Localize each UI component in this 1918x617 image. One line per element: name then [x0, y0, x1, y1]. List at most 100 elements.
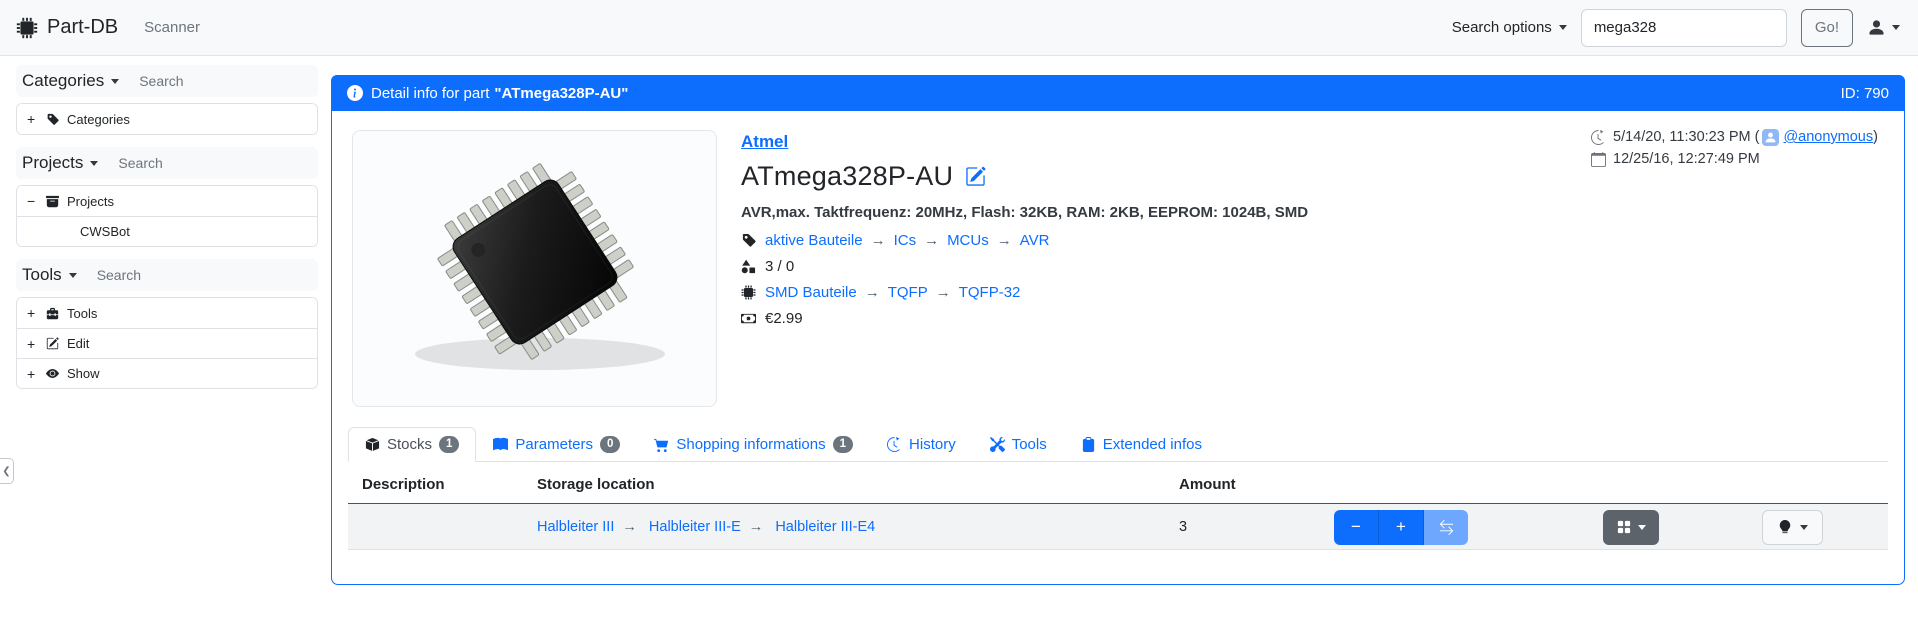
- tab-parameters[interactable]: Parameters 0: [476, 427, 637, 463]
- decrease-stock-button[interactable]: −: [1334, 510, 1379, 545]
- brand-home-link[interactable]: Part-DB: [16, 16, 118, 39]
- categories-search-input[interactable]: [139, 73, 314, 89]
- go-button[interactable]: Go!: [1801, 9, 1853, 47]
- arrow-right-separator: [928, 284, 959, 301]
- brand-label: Part-DB: [47, 16, 118, 39]
- panel-title-label: Projects: [22, 153, 83, 173]
- footprint-link[interactable]: SMD Bauteile: [765, 284, 857, 301]
- arrow-right-separator: [614, 519, 645, 535]
- increase-stock-button[interactable]: +: [1379, 510, 1424, 545]
- tab-label: Parameters: [515, 436, 593, 453]
- tab-label: Shopping informations: [676, 436, 825, 453]
- tab-label: History: [909, 436, 956, 453]
- tab-badge: 0: [600, 436, 620, 454]
- tree-item-edit[interactable]: + Edit: [17, 328, 317, 358]
- footprint-link[interactable]: TQFP: [888, 284, 928, 301]
- edit-part-icon[interactable]: [965, 166, 986, 187]
- tab-label: Stocks: [387, 436, 432, 453]
- expand-icon[interactable]: +: [27, 366, 38, 382]
- modified-by-user-link[interactable]: @anonymous: [1783, 129, 1873, 145]
- manufacturer-link[interactable]: Atmel: [741, 132, 788, 152]
- arrow-right-separator: [741, 519, 772, 535]
- part-tabs: Stocks 1 Parameters 0 Shopping informati…: [348, 422, 1888, 462]
- calendar-icon: [1591, 152, 1606, 167]
- expand-icon[interactable]: +: [27, 336, 38, 352]
- chip-photo: [370, 144, 700, 394]
- chevron-down-icon: [1892, 25, 1900, 30]
- tab-tools[interactable]: Tools: [973, 427, 1064, 462]
- sidebar-panel-header-categories: Categories: [16, 65, 318, 97]
- lightbulb-icon: [1778, 520, 1792, 534]
- category-link[interactable]: ICs: [894, 232, 917, 249]
- footprint-breadcrumb: SMD Bauteile TQFP TQFP-32: [741, 284, 1308, 301]
- move-stock-button[interactable]: [1424, 510, 1468, 545]
- stocks-table-header: Description Storage location Amount: [348, 465, 1888, 504]
- stock-row: Halbleiter III Halbleiter III-E Halbleit…: [348, 504, 1888, 550]
- tree-item-cwsbot[interactable]: CWSBot: [17, 216, 317, 246]
- arrow-right-separator: [857, 284, 888, 301]
- tree-item-label: CWSBot: [80, 224, 130, 239]
- search-input[interactable]: [1581, 9, 1787, 47]
- chevron-down-icon: [90, 161, 98, 166]
- projects-search-input[interactable]: [118, 155, 314, 171]
- person-icon: [1764, 131, 1777, 144]
- sidebar: Categories + Categories Projects − Pr: [16, 65, 318, 401]
- search-options-dropdown[interactable]: Search options: [1452, 19, 1567, 36]
- user-avatar: [1762, 129, 1779, 146]
- header-prefix: Detail info for part: [371, 85, 489, 102]
- label-dropdown-button[interactable]: [1762, 510, 1823, 545]
- price-row: €2.99: [741, 310, 1308, 327]
- category-link[interactable]: AVR: [1020, 232, 1050, 249]
- tab-label: Tools: [1012, 436, 1047, 453]
- shapes-icon: [741, 259, 756, 274]
- tab-shopping-informations[interactable]: Shopping informations 1: [637, 427, 870, 463]
- tools-search-input[interactable]: [97, 267, 314, 283]
- tools-panel-dropdown[interactable]: Tools: [22, 265, 77, 285]
- storage-location-link[interactable]: Halbleiter III-E4: [775, 519, 875, 535]
- tree-item-show[interactable]: + Show: [17, 358, 317, 388]
- eye-icon: [46, 367, 59, 380]
- tag-icon: [46, 113, 59, 126]
- part-detail-header: Detail info for part "ATmega328P-AU" ID:…: [331, 75, 1905, 111]
- stock-amount-cell: 3: [1165, 519, 1320, 535]
- footprint-link[interactable]: TQFP-32: [959, 284, 1021, 301]
- info-circle-icon: [347, 85, 363, 101]
- created-datetime: 12/25/16, 12:27:49 PM: [1613, 151, 1760, 167]
- part-image[interactable]: [352, 130, 717, 407]
- expand-icon[interactable]: +: [27, 305, 38, 321]
- tab-extended-infos[interactable]: Extended infos: [1064, 427, 1219, 462]
- tree-item-tools[interactable]: + Tools: [17, 298, 317, 328]
- table-view-dropdown-button[interactable]: [1603, 510, 1659, 545]
- toolbox-icon: [46, 307, 59, 320]
- category-link[interactable]: aktive Bauteile: [765, 232, 863, 249]
- part-id-label: ID: 790: [1841, 85, 1889, 102]
- tree-item-projects[interactable]: − Projects: [17, 186, 317, 216]
- projects-panel-dropdown[interactable]: Projects: [22, 153, 98, 173]
- nav-item-scanner[interactable]: Scanner: [144, 19, 200, 36]
- category-link[interactable]: MCUs: [947, 232, 989, 249]
- cash-icon: [741, 311, 756, 326]
- chevron-down-icon: [1638, 525, 1646, 530]
- chevron-down-icon: [111, 79, 119, 84]
- clipboard-icon: [1081, 437, 1096, 452]
- chevron-down-icon: [1800, 525, 1808, 530]
- storage-location-link[interactable]: Halbleiter III-E: [649, 519, 741, 535]
- tab-history[interactable]: History: [870, 427, 973, 462]
- tree-item-categories[interactable]: + Categories: [17, 104, 317, 134]
- sidebar-collapse-handle[interactable]: ❮: [0, 458, 14, 484]
- stock-row-controls: − +: [1320, 504, 1888, 549]
- projects-tree: − Projects CWSBot: [16, 185, 318, 247]
- tab-stocks[interactable]: Stocks 1: [348, 427, 476, 463]
- expand-icon[interactable]: +: [27, 111, 38, 127]
- categories-panel-dropdown[interactable]: Categories: [22, 71, 119, 91]
- sidebar-panel-header-projects: Projects: [16, 147, 318, 179]
- microchip-icon: [741, 285, 756, 300]
- user-menu-dropdown[interactable]: [1867, 18, 1900, 37]
- storage-location-link[interactable]: Halbleiter III: [537, 519, 614, 535]
- grid-icon: [1617, 520, 1631, 534]
- tree-item-label: Projects: [67, 194, 114, 209]
- part-detail-card: Detail info for part "ATmega328P-AU" ID:…: [331, 75, 1905, 585]
- collapse-icon[interactable]: −: [27, 193, 38, 209]
- modified-datetime: 5/14/20, 11:30:23 PM (: [1613, 129, 1759, 145]
- clock-history-icon: [887, 437, 902, 452]
